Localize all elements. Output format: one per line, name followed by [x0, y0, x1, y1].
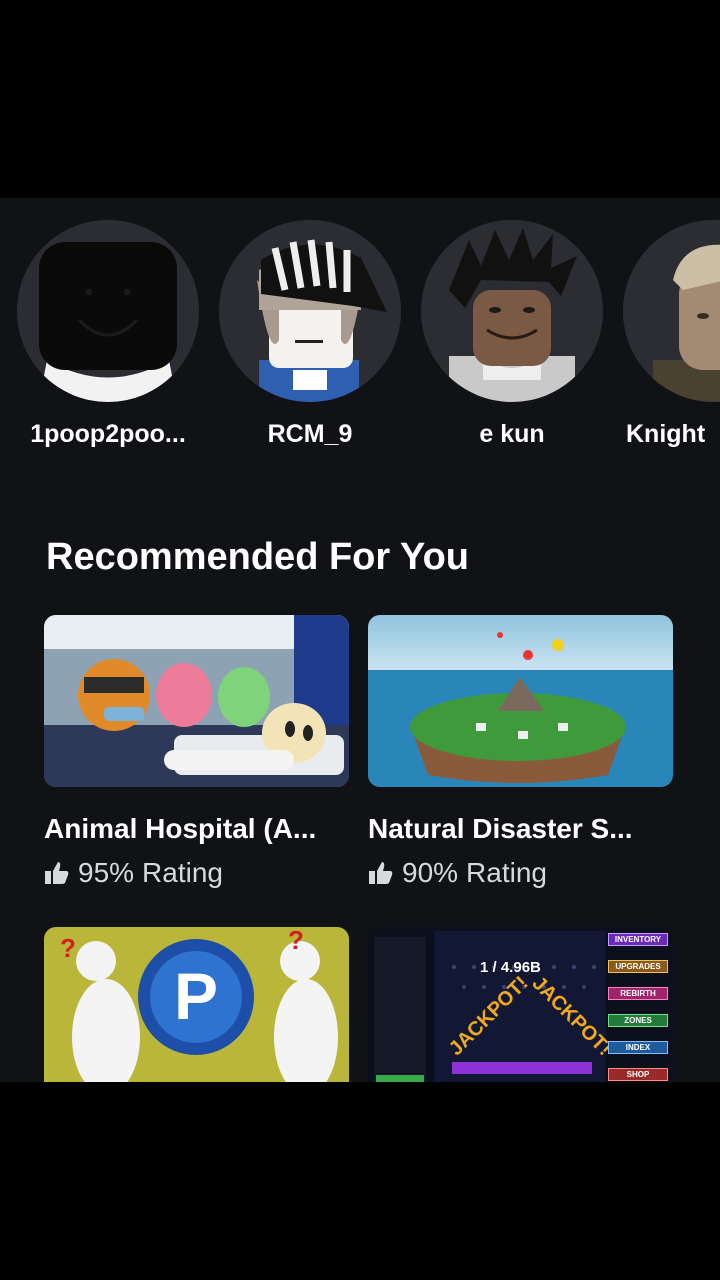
- svg-text:P: P: [174, 959, 218, 1033]
- game-thumbnail[interactable]: [368, 615, 673, 787]
- friends-row: 1poop2poo... RCM_9 e kun Knight: [0, 220, 720, 460]
- game-menu: INVENTORY UPGRADES REBIRTH ZONES INDEX S…: [608, 933, 668, 1081]
- menu-item: ZONES: [608, 1014, 668, 1027]
- game-title[interactable]: Natural Disaster S...: [368, 813, 688, 845]
- menu-item: UPGRADES: [608, 960, 668, 973]
- svg-text:?: ?: [60, 933, 76, 963]
- menu-item: INVENTORY: [608, 933, 668, 946]
- avatar[interactable]: [623, 220, 720, 402]
- game-title[interactable]: Animal Hospital (A...: [44, 813, 364, 845]
- avatar[interactable]: [219, 220, 401, 402]
- game-thumbnail[interactable]: [44, 615, 349, 787]
- friend-name: e kun: [479, 420, 545, 448]
- thumbs-up-icon: [369, 862, 393, 884]
- menu-item: REBIRTH: [608, 987, 668, 1000]
- friend-name: RCM_9: [267, 420, 353, 448]
- menu-item: SHOP: [608, 1068, 668, 1081]
- rating-percent: 95%: [78, 857, 135, 888]
- score-counter: 1 / 4.96B: [480, 959, 541, 976]
- section-title: Recommended For You: [46, 536, 469, 578]
- svg-text:?: ?: [288, 927, 304, 955]
- friend-name: 1poop2poo...: [30, 420, 186, 448]
- avatar[interactable]: [421, 220, 603, 402]
- friend-name: Knight: [626, 420, 706, 448]
- home-screen: 1poop2poo... RCM_9 e kun Knight Recommen…: [0, 198, 720, 1082]
- game-thumbnail[interactable]: 1 / 4.96B JACKPOT! JACKPOT! INVENTORY UP…: [368, 927, 673, 1082]
- avatar[interactable]: [17, 220, 199, 402]
- thumbs-up-icon: [45, 862, 69, 884]
- menu-item: INDEX: [608, 1041, 668, 1054]
- game-thumbnail[interactable]: P ? ?: [44, 927, 349, 1082]
- game-rating: 90% Rating: [368, 857, 547, 889]
- rating-label: Rating: [466, 857, 547, 888]
- rating-percent: 90%: [402, 857, 459, 888]
- rating-label: Rating: [142, 857, 223, 888]
- game-rating: 95% Rating: [44, 857, 223, 889]
